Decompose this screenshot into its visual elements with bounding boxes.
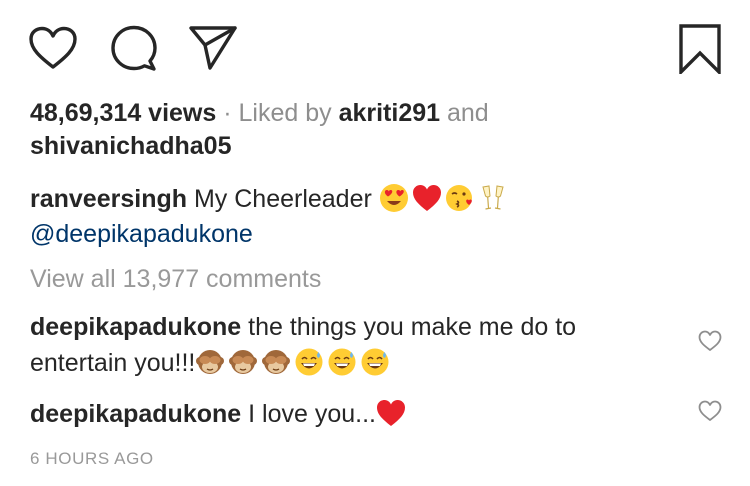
caption-username[interactable]: ranveersingh [30, 185, 187, 213]
comment-2: deepikapadukone I love you... [30, 397, 409, 431]
caption-text: My Cheerleader [187, 185, 379, 213]
separator-dot: · [216, 99, 239, 127]
post-actions-bar [28, 24, 722, 76]
views-row: 48,69,314 views · Liked by akriti291 and [30, 96, 489, 130]
liked-by-user2-link[interactable]: shivanichadha05 [30, 132, 231, 160]
comment-button[interactable] [110, 25, 158, 71]
comment-username[interactable]: deepikapadukone [30, 400, 241, 428]
save-button[interactable] [678, 24, 722, 74]
heart-eyes-icon [379, 184, 408, 212]
kissing-heart-emoji [445, 183, 475, 213]
view-all-comments-link[interactable]: View all 13,977 comments [30, 262, 321, 296]
liked-by-user-link[interactable]: akriti291 [339, 99, 440, 127]
comment-1: deepikapadukone the things you make me d… [30, 310, 576, 344]
heart-outline-icon [698, 400, 722, 421]
red-heart-icon [376, 400, 405, 426]
share-button[interactable] [188, 24, 238, 70]
caption: ranveersingh My Cheerleader [30, 182, 511, 216]
grinning-sweat-icon [361, 348, 389, 376]
mention-link[interactable]: @deepikapadukone [30, 220, 253, 248]
see-no-evil-monkey-icon [196, 350, 225, 374]
grinning-sweat-emoji [327, 347, 357, 377]
views-row-continued: shivanichadha05 [30, 129, 231, 163]
comment-text: I love you... [241, 400, 376, 428]
bookmark-icon [679, 24, 721, 74]
like-button[interactable] [28, 26, 78, 70]
see-no-evil-monkey-emoji [195, 347, 225, 377]
kissing-heart-icon [445, 185, 472, 211]
champagne-glasses-emoji [478, 183, 508, 213]
heart-outline-icon [29, 26, 77, 69]
views-count[interactable]: 48,69,314 views [30, 99, 216, 127]
liked-by-label: Liked by [238, 99, 339, 127]
heart-outline-icon [698, 330, 722, 351]
see-no-evil-monkey-icon [262, 350, 291, 374]
post-timestamp: 6 HOURS AGO [30, 449, 154, 468]
liked-by-and: and [440, 99, 489, 127]
comment-2-like-button[interactable] [698, 400, 722, 427]
see-no-evil-monkey-icon [229, 350, 258, 374]
grinning-sweat-icon [295, 348, 323, 376]
comment-text: the things you make me do to [241, 313, 577, 341]
heart-eyes-emoji [379, 183, 409, 213]
grinning-sweat-emoji [294, 347, 324, 377]
red-heart-icon [412, 185, 441, 211]
see-no-evil-monkey-emoji [228, 347, 258, 377]
red-heart-emoji [412, 183, 442, 213]
comment-text-continued: entertain you!!! [30, 349, 196, 377]
comment-1-continued: entertain you!!! [30, 346, 393, 380]
red-heart-emoji [376, 398, 406, 428]
grinning-sweat-icon [328, 348, 356, 376]
comment-username[interactable]: deepikapadukone [30, 313, 241, 341]
paper-plane-icon [189, 26, 237, 70]
comment-bubble-icon [111, 25, 157, 71]
caption-continued: @deepikapadukone [30, 217, 253, 251]
grinning-sweat-emoji [360, 347, 390, 377]
see-no-evil-monkey-emoji [261, 347, 291, 377]
champagne-glasses-icon [482, 185, 504, 210]
comment-1-like-button[interactable] [698, 330, 722, 357]
